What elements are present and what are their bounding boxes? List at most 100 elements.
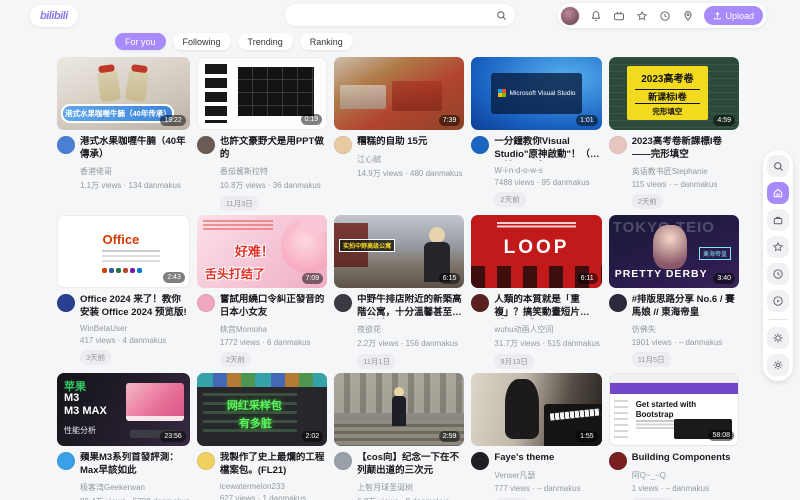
bilibili-logo[interactable]: bilibili [30, 5, 78, 27]
video-title[interactable]: 2023高考卷新課標I卷——完形填空 [632, 136, 739, 161]
uploader-avatar[interactable] [334, 452, 352, 470]
video-title[interactable]: Faye's theme [494, 452, 601, 465]
thumbnail-art [102, 250, 160, 252]
uploader-avatar[interactable] [471, 452, 489, 470]
video-title[interactable]: Office 2024 来了！教你安装 Office 2024 预览版! [80, 294, 190, 319]
video-thumbnail[interactable]: 2023高考卷 新课标I卷 完形填空 4:59 [609, 57, 739, 130]
video-thumbnail[interactable]: 好难！ 舌头打结了 7:09 [197, 215, 327, 288]
uploader-name[interactable]: 英语教书匠Stephanie [632, 166, 739, 177]
video-title[interactable]: 也許文豪野犬是用PPT做的 [220, 136, 327, 161]
uploader-avatar[interactable] [609, 452, 627, 470]
video-title[interactable]: 我製作了史上最爛的工程檔案包。(FL21) [220, 452, 327, 477]
tab-ranking[interactable]: Ranking [300, 33, 353, 50]
uploader-name[interactable]: 桃宫Momoha [220, 324, 327, 335]
video-thumbnail[interactable]: 1:55 [471, 373, 601, 446]
upload-button[interactable]: Upload [704, 6, 763, 25]
tab-for-you[interactable]: For you [115, 33, 166, 50]
uploader-avatar[interactable] [471, 136, 489, 154]
uploader-name[interactable]: W-i-n-d-o-w-s [494, 166, 601, 175]
uploader-name[interactable]: 夜欲花 [357, 324, 464, 335]
search-input[interactable] [293, 10, 496, 20]
video-thumbnail[interactable]: LOOP 6:11 [471, 215, 601, 288]
thumbnail-text: 网红采样包 [227, 397, 282, 413]
thumbnail-art [238, 67, 314, 116]
uploader-name[interactable]: 江心赋 [357, 154, 464, 165]
search-icon[interactable] [496, 10, 507, 21]
sidebar-star-icon[interactable] [767, 236, 789, 258]
video-title[interactable]: 人類的本質就是「重複」？搞笑動畫短片《LOOP》 [494, 294, 601, 319]
video-thumbnail[interactable]: 实拍中野高级公寓 6:15 [334, 215, 464, 288]
uploader-name[interactable]: 极客湾Geekerwan [80, 482, 190, 493]
video-thumbnail[interactable]: Get started with Bootstrap 58:08 [609, 373, 739, 446]
video-thumbnail[interactable]: 网红采样包 有多脏 2:02 [197, 373, 327, 446]
video-thumbnail[interactable]: 港式水果咖喱牛腩（40年传承） 19:22 [57, 57, 190, 130]
video-title[interactable]: 糟糕的自助 15元 [357, 136, 464, 149]
uploader-name[interactable]: 上智月球圣诞树 [357, 482, 464, 493]
sidebar-history-icon[interactable] [767, 263, 789, 285]
sidebar-search-icon[interactable] [767, 155, 789, 177]
uploader-name[interactable]: 仿佛失 [632, 324, 739, 335]
video-thumbnail[interactable]: 2:59 [334, 373, 464, 446]
video-thumbnail[interactable]: 0:19 [197, 57, 327, 130]
video-thumbnail[interactable]: TOKYO TEIO 東海帝皇 PRETTY DERBY 3:40 [609, 215, 739, 288]
uploader-name[interactable]: wuhu动画人空间 [494, 324, 601, 335]
sidebar-home-icon[interactable] [767, 182, 789, 204]
uploader-name[interactable]: Venser凡瑟 [494, 470, 601, 481]
uploader-name[interactable]: icewatermelon233 [220, 482, 327, 491]
video-thumbnail[interactable]: Office 2:43 [57, 215, 190, 288]
video-thumbnail[interactable]: Microsoft Visual Studio 1:01 [471, 57, 601, 130]
video-title[interactable]: 中野牛排店附近的新築高階公寓，十分溫馨甚至九分乾淨 [357, 294, 464, 319]
uploader-avatar[interactable] [609, 136, 627, 154]
uploader-avatar[interactable] [471, 294, 489, 312]
video-title[interactable]: 蘋果M3系列首發評測：Max早該如此 [80, 452, 190, 477]
video-thumbnail[interactable]: 7:39 [334, 57, 464, 130]
video-stats: 14.9万 views · 480 danmakus [357, 168, 464, 179]
thumbnail-text: M3 MAX [64, 405, 107, 417]
thumbnail-text: 完形填空 [629, 106, 706, 117]
duration-badge: 7:39 [439, 115, 461, 126]
video-card: 好难！ 舌头打结了 7:09 嘗試用繞口令糾正發音的日本小女友 桃宫Momoha… [197, 215, 327, 360]
sidebar-archive-icon[interactable] [767, 209, 789, 231]
tab-trending[interactable]: Trending [238, 33, 293, 50]
bilibili-tv-icon[interactable] [612, 9, 626, 23]
video-title[interactable]: 嘗試用繞口令糾正發音的日本小女友 [220, 294, 327, 319]
video-stats: 1772 views · 6 danmakus [220, 338, 327, 347]
uploader-avatar[interactable] [197, 294, 215, 312]
bell-icon[interactable] [589, 9, 603, 23]
duration-badge: 1:55 [576, 431, 598, 442]
uploader-avatar[interactable] [197, 136, 215, 154]
uploader-name[interactable]: 香港佬哥 [80, 166, 190, 177]
sidebar-feedback-icon[interactable] [767, 290, 789, 312]
video-title[interactable]: 【cos向】纪念一下在不列颠出道的三次元 [357, 452, 464, 477]
uploader-name[interactable]: 番茄酱斯拉特 [220, 166, 327, 177]
duration-badge: 6:11 [577, 273, 598, 284]
favorites-star-icon[interactable] [635, 9, 649, 23]
uploader-avatar[interactable] [609, 294, 627, 312]
video-thumbnail[interactable]: 苹果 M3 M3 MAX 性能分析 23:56 [57, 373, 190, 446]
windows-logo-icon [498, 89, 506, 97]
video-stats: 6.2万 views · 9 danmakus [357, 496, 464, 500]
uploader-name[interactable]: 阿Q~_~Q [632, 470, 739, 481]
uploader-avatar[interactable] [334, 136, 352, 154]
video-title[interactable]: Building Components [632, 452, 739, 465]
uploader-avatar[interactable] [334, 294, 352, 312]
uploader-avatar[interactable] [57, 452, 75, 470]
tab-following[interactable]: Following [173, 33, 231, 50]
video-title[interactable]: #排版思路分享 No.6 / 賽馬娘 // 東海帝皇 [632, 294, 739, 319]
date-badge: 2天前 [632, 194, 663, 209]
uploader-avatar[interactable] [57, 136, 75, 154]
video-stats: 10.8万 views · 36 danmakus [220, 180, 327, 191]
history-clock-icon[interactable] [658, 9, 672, 23]
uploader-avatar[interactable] [57, 294, 75, 312]
video-title[interactable]: 港式水果咖喱牛腩（40年傳承） [80, 136, 190, 161]
sidebar-settings-icon[interactable] [767, 354, 789, 376]
video-title[interactable]: 一分鐘教你Visual Studio"原神啟動"！（適用於Blend） [494, 136, 601, 161]
sidebar-theme-icon[interactable] [767, 327, 789, 349]
location-pin-icon[interactable] [681, 9, 695, 23]
thumbnail-text: 東海帝皇 [699, 247, 731, 260]
search-bar[interactable] [285, 4, 515, 26]
thumbnail-text: 有多脏 [239, 415, 272, 431]
user-avatar[interactable] [560, 6, 580, 26]
uploader-name[interactable]: WinBetaUser [80, 324, 190, 333]
uploader-avatar[interactable] [197, 452, 215, 470]
